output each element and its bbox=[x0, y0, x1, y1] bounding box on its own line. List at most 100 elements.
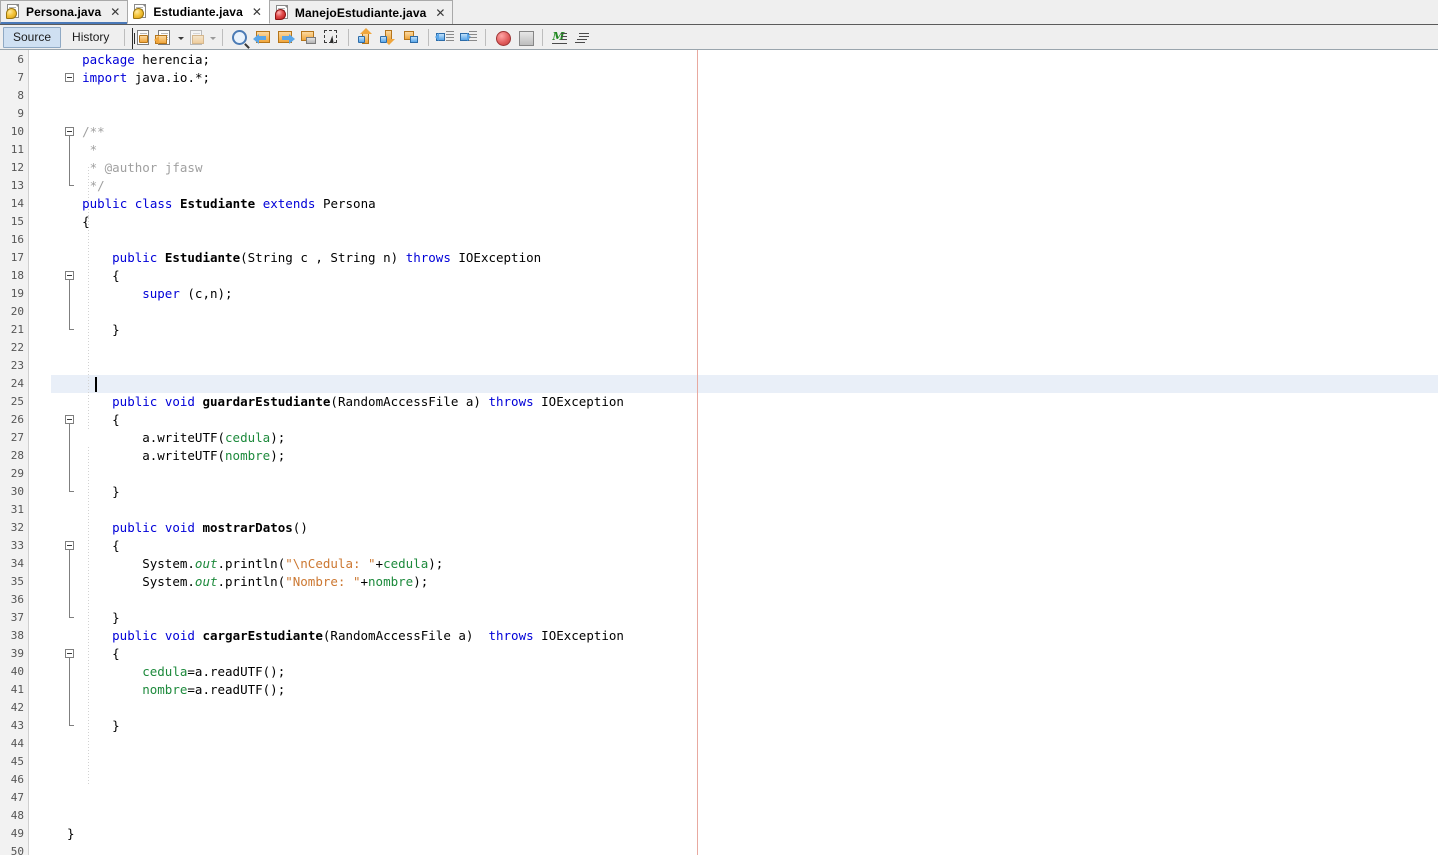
code-token: ); bbox=[270, 448, 286, 463]
code-line[interactable]: a.writeUTF(cedula); bbox=[142, 429, 285, 447]
code-fold-toggle[interactable] bbox=[65, 127, 74, 136]
shift-right-icon[interactable] bbox=[458, 27, 479, 48]
comment-icon[interactable] bbox=[401, 27, 422, 48]
close-icon[interactable]: ✕ bbox=[435, 7, 445, 19]
line-number: 42 bbox=[10, 701, 24, 714]
code-token: void bbox=[164, 394, 195, 409]
toggle-bookmark-icon[interactable] bbox=[298, 27, 319, 48]
toolbar-separator bbox=[485, 28, 487, 46]
back-document-icon[interactable] bbox=[154, 27, 175, 48]
line-number: 35 bbox=[10, 575, 24, 588]
code-token: public bbox=[82, 196, 128, 211]
line-number: 23 bbox=[10, 359, 24, 372]
code-token: extends bbox=[262, 196, 316, 211]
code-line[interactable]: public Estudiante(String c , String n) t… bbox=[112, 249, 541, 267]
code-token: { bbox=[112, 268, 120, 283]
line-number: 19 bbox=[10, 287, 24, 300]
find-selection-icon[interactable] bbox=[229, 27, 250, 48]
code-line[interactable]: System.out.println("Nombre: "+nombre); bbox=[142, 573, 428, 591]
toolbar-separator bbox=[428, 28, 430, 46]
toolbar-separator bbox=[124, 28, 126, 46]
editor-tab-persona-java[interactable]: Persona.java ✕ bbox=[0, 0, 129, 24]
code-line[interactable]: } bbox=[112, 483, 120, 501]
next-bookmark-icon[interactable] bbox=[275, 27, 296, 48]
toggle-highlight-search-icon[interactable]: M bbox=[549, 27, 570, 48]
line-number: 16 bbox=[10, 233, 24, 246]
close-icon[interactable]: ✕ bbox=[110, 6, 120, 18]
line-number: 27 bbox=[10, 431, 24, 444]
code-folding-column[interactable] bbox=[29, 50, 74, 855]
tab-source[interactable]: Source bbox=[3, 26, 62, 48]
code-token: mostrarDatos bbox=[202, 520, 293, 535]
code-token: herencia; bbox=[134, 52, 211, 67]
code-line[interactable]: super (c,n); bbox=[142, 285, 232, 303]
code-fold-bar bbox=[69, 136, 74, 186]
previous-bookmark-icon[interactable] bbox=[252, 27, 273, 48]
code-line[interactable]: } bbox=[112, 717, 120, 735]
previous-error-icon[interactable] bbox=[355, 27, 376, 48]
editor-tab-bar: Persona.java ✕ Estudiante.java ✕ ManejoEstud… bbox=[0, 0, 1438, 25]
code-line[interactable]: * bbox=[82, 141, 98, 159]
code-fold-toggle[interactable] bbox=[65, 271, 74, 280]
code-line[interactable]: package herencia; bbox=[82, 51, 210, 69]
code-token: throws bbox=[405, 250, 451, 265]
code-line[interactable]: } bbox=[67, 825, 75, 843]
code-line[interactable]: nombre=a.readUTF(); bbox=[142, 681, 285, 699]
line-number: 26 bbox=[10, 413, 24, 426]
code-line[interactable]: public void mostrarDatos() bbox=[112, 519, 308, 537]
code-line[interactable]: public void guardarEstudiante(RandomAcce… bbox=[112, 393, 624, 411]
code-line[interactable]: import java.io.*; bbox=[82, 69, 210, 87]
editor-tab-manejoestudiante-java[interactable]: ManejoEstudiante.java ✕ bbox=[268, 0, 454, 24]
code-token: Persona bbox=[315, 196, 376, 211]
code-line[interactable]: /** bbox=[82, 123, 105, 141]
code-token: () bbox=[292, 520, 308, 535]
code-token: Estudiante bbox=[179, 196, 256, 211]
code-fold-toggle[interactable] bbox=[65, 649, 74, 658]
code-line[interactable]: { bbox=[112, 645, 120, 663]
forward-document-icon[interactable] bbox=[186, 27, 207, 48]
code-line[interactable]: cedula=a.readUTF(); bbox=[142, 663, 285, 681]
code-fold-bar bbox=[69, 424, 74, 492]
code-token: { bbox=[82, 214, 90, 229]
code-line[interactable]: { bbox=[112, 411, 120, 429]
code-line[interactable]: } bbox=[112, 321, 120, 339]
code-line[interactable]: public class Estudiante extends Persona bbox=[82, 195, 376, 213]
editor-tab-estudiante-java[interactable]: Estudiante.java ✕ bbox=[127, 0, 270, 24]
toggle-show-line-numbers-icon[interactable] bbox=[572, 27, 593, 48]
code-line[interactable]: */ bbox=[82, 177, 105, 195]
code-fold-toggle[interactable] bbox=[65, 541, 74, 550]
code-line[interactable]: * @author jfasw bbox=[82, 159, 203, 177]
code-line[interactable]: System.out.println("\nCedula: "+cedula); bbox=[142, 555, 443, 573]
toggle-breakpoint-icon[interactable] bbox=[492, 27, 513, 48]
toggle-rectangular-selection-icon[interactable] bbox=[321, 27, 342, 48]
forward-document-dropdown-icon[interactable] bbox=[208, 27, 217, 48]
code-line[interactable]: public void cargarEstudiante(RandomAcces… bbox=[112, 627, 624, 645]
code-text-area[interactable]: package herencia; import java.io.*; /** * … bbox=[0, 50, 1438, 855]
code-line[interactable]: a.writeUTF(nombre); bbox=[142, 447, 285, 465]
stop-icon[interactable] bbox=[515, 27, 536, 48]
shift-left-icon[interactable] bbox=[435, 27, 456, 48]
code-fold-toggle[interactable] bbox=[65, 73, 74, 82]
code-token: out bbox=[194, 574, 218, 589]
toolbar-separator bbox=[222, 28, 224, 46]
code-line[interactable]: { bbox=[82, 213, 90, 231]
line-number: 32 bbox=[10, 521, 24, 534]
code-fold-toggle[interactable] bbox=[65, 415, 74, 424]
code-editor[interactable]: 6 7 8 9 10 11 12 13 14 15 16 17 18 19 20 21 22 23 24 25 26 27… bbox=[0, 50, 1438, 855]
line-number: 28 bbox=[10, 449, 24, 462]
line-number: 29 bbox=[10, 467, 24, 480]
back-document-dropdown-icon[interactable] bbox=[176, 27, 185, 48]
code-line[interactable]: { bbox=[112, 267, 120, 285]
tab-history[interactable]: History bbox=[63, 27, 118, 48]
text-caret bbox=[94, 377, 97, 392]
next-error-icon[interactable] bbox=[378, 27, 399, 48]
last-edit-icon[interactable] bbox=[131, 27, 152, 48]
line-number-gutter[interactable]: 6 7 8 9 10 11 12 13 14 15 16 17 18 19 20 21 22 23 24 25 26 27… bbox=[0, 50, 29, 855]
code-line[interactable]: } bbox=[112, 609, 120, 627]
line-number: 36 bbox=[10, 593, 24, 606]
close-icon[interactable]: ✕ bbox=[252, 6, 262, 18]
line-number: 22 bbox=[10, 341, 24, 354]
code-line[interactable]: { bbox=[112, 537, 120, 555]
